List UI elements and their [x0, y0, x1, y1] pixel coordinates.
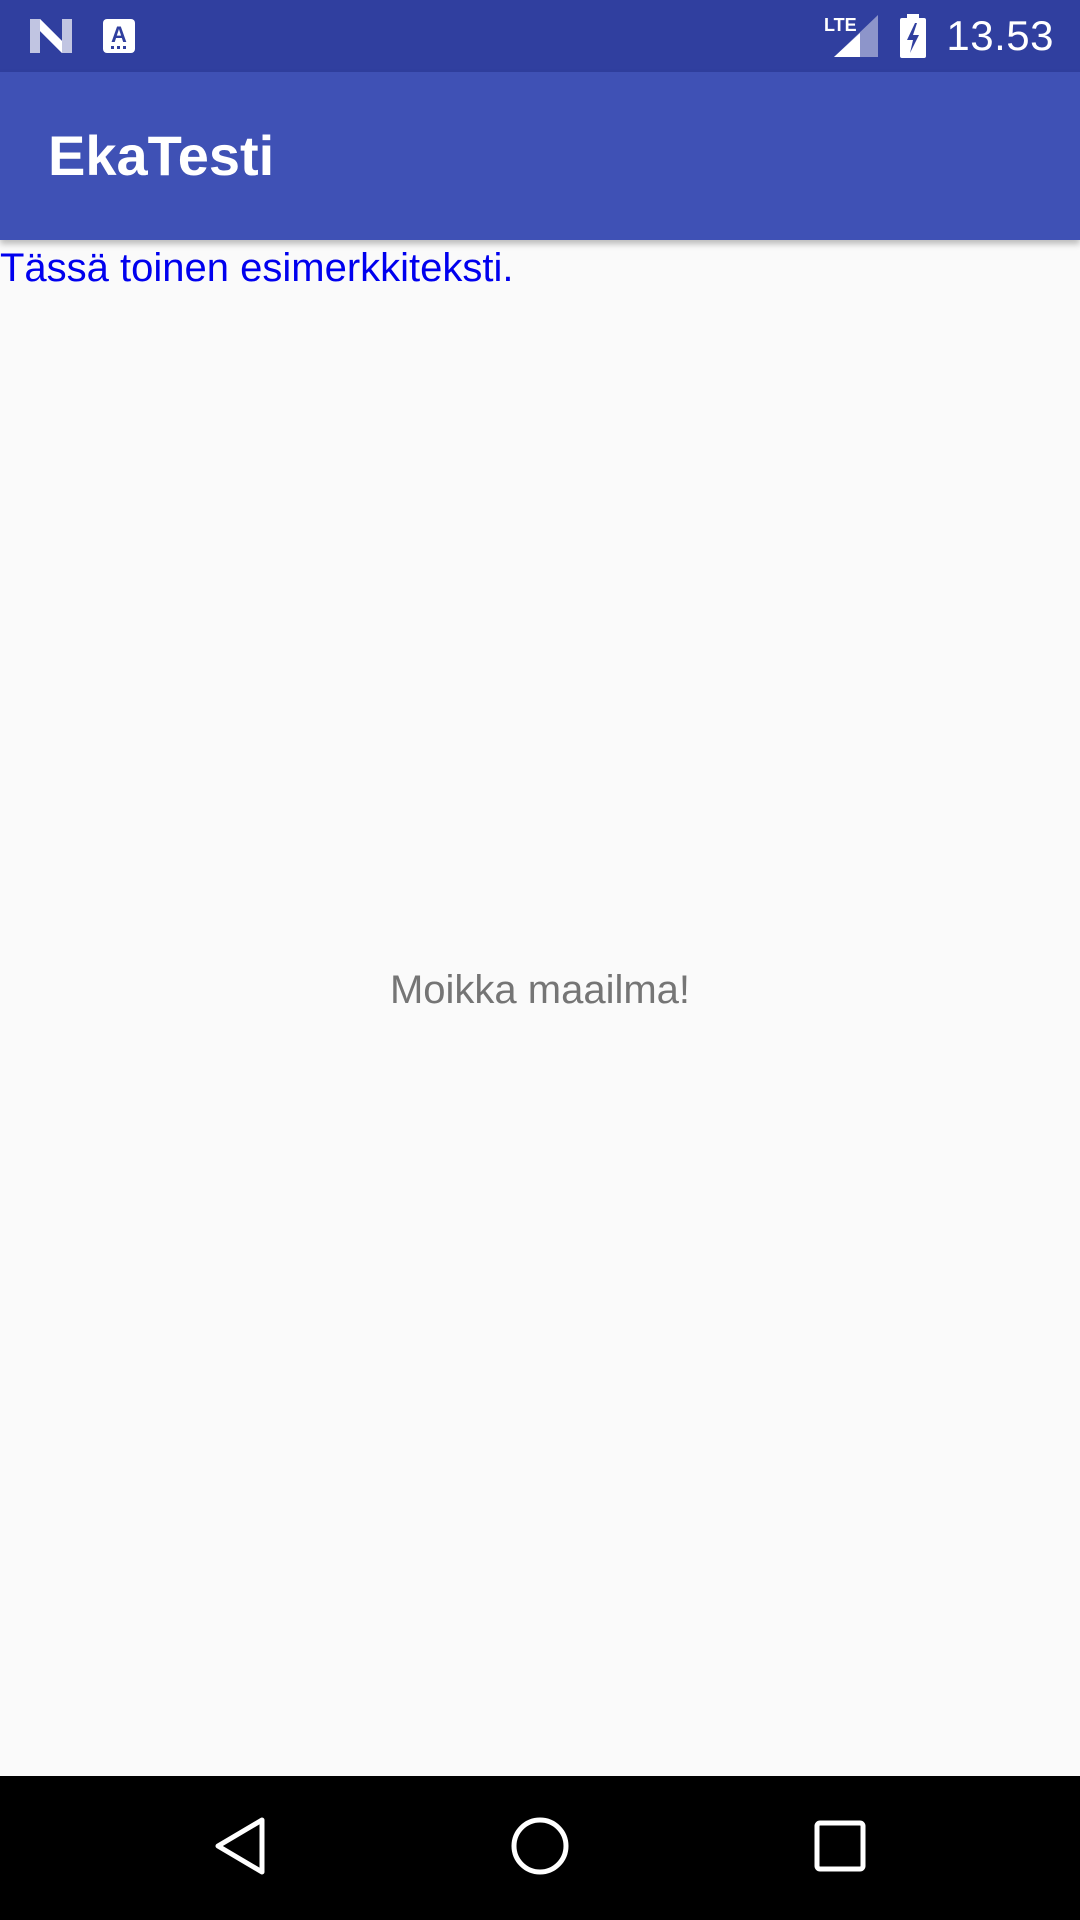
- back-button[interactable]: [168, 1776, 312, 1920]
- notification-n-icon: [28, 17, 74, 55]
- status-bar-right: LTE 13.53: [824, 10, 1054, 62]
- svg-text:A: A: [111, 22, 127, 47]
- keyboard-a-icon: A: [102, 18, 136, 54]
- main-content: Tässä toinen esimerkkiteksti. Moikka maa…: [0, 240, 1080, 1776]
- home-button[interactable]: [468, 1776, 612, 1920]
- app-bar: EkaTesti: [0, 72, 1080, 240]
- status-bar-left: A: [28, 14, 164, 58]
- status-bar: A LTE 13.53: [0, 0, 1080, 72]
- home-icon: [510, 1816, 570, 1880]
- phone-screen: A LTE 13.53 EkaTesti Tässä toinen esimer…: [0, 0, 1080, 1920]
- navigation-bar: [0, 1776, 1080, 1920]
- hello-text-view: Moikka maailma!: [389, 968, 691, 1012]
- status-clock: 13.53: [946, 12, 1054, 59]
- back-icon: [212, 1816, 268, 1880]
- app-title: EkaTesti: [48, 124, 275, 187]
- secondary-text-view: Tässä toinen esimerkkiteksti.: [0, 246, 514, 290]
- battery-charging-icon: [898, 13, 928, 59]
- lte-signal-icon: LTE: [824, 13, 880, 59]
- network-type-label: LTE: [824, 15, 857, 35]
- recents-icon: [814, 1820, 866, 1876]
- recents-button[interactable]: [768, 1776, 912, 1920]
